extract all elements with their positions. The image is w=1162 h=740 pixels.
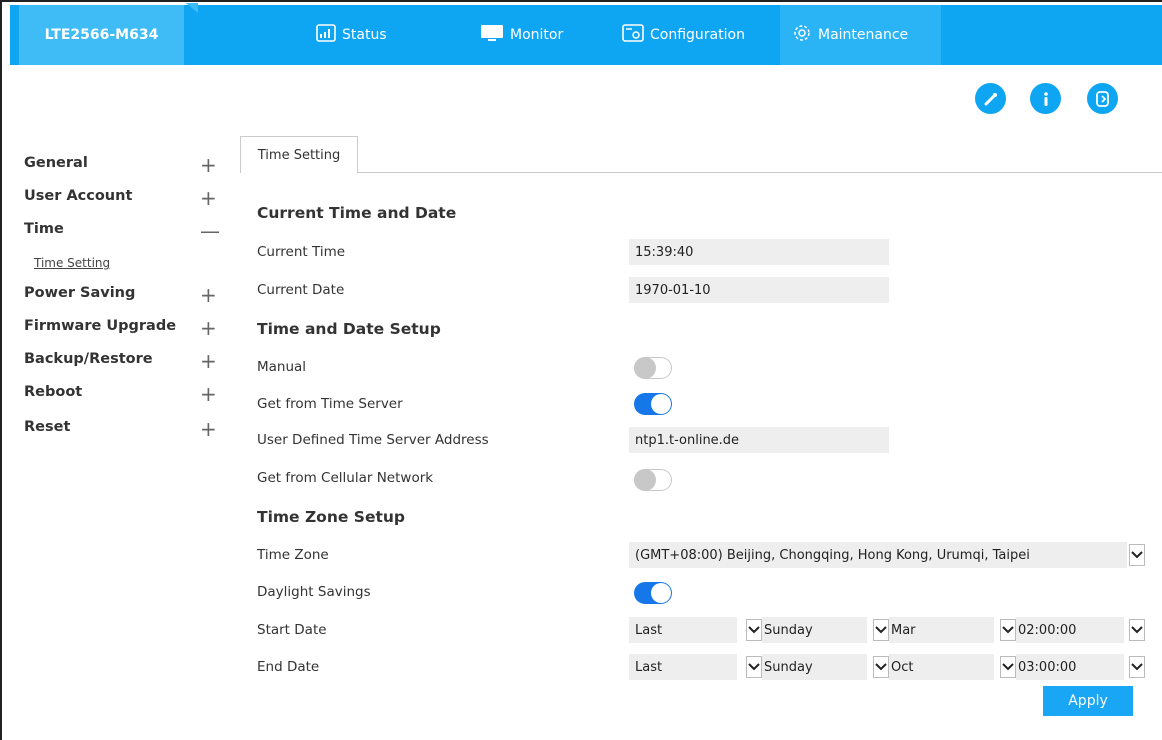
label-end-date: End Date [257,659,320,675]
apply-button[interactable]: Apply [1043,686,1133,716]
end-day-select[interactable]: Sunday [762,654,867,680]
end-week-select[interactable]: Last [629,654,737,680]
sidebar-item-reset[interactable]: Reset + [24,417,220,441]
label-server-address: User Defined Time Server Address [257,432,489,448]
brand-label: LTE2566-M634 [44,27,159,43]
brand-logo: LTE2566-M634 [19,5,184,65]
sidebar-subitem-time-setting[interactable]: Time Setting [34,256,110,270]
tab-status-label: Status [342,27,387,43]
tab-monitor-label: Monitor [510,27,564,43]
sidebar-item-label: Time [24,221,64,237]
brand-notch [186,3,198,13]
daylight-toggle[interactable] [634,582,672,604]
sidebar-item-backup-restore[interactable]: Backup/Restore + [24,349,220,373]
tab-maintenance[interactable]: Maintenance [780,5,941,65]
monitor-icon [480,24,504,46]
info-icon[interactable] [1030,83,1061,114]
tab-monitor[interactable]: Monitor [480,5,563,65]
label-current-date: Current Date [257,282,345,298]
expand-icon[interactable]: + [200,186,217,210]
tab-configuration-label: Configuration [650,27,745,43]
window-left-border [0,0,2,740]
tab-maintenance-label: Maintenance [818,27,909,43]
sidebar-item-label: Backup/Restore [24,351,153,367]
server-address-input[interactable]: ntp1.t-online.de [629,427,889,453]
sidebar-item-label: General [24,155,88,171]
chevron-down-icon[interactable] [873,619,889,641]
chevron-down-icon[interactable] [746,619,762,641]
sidebar-item-general[interactable]: General + [24,153,220,177]
current-date-value: 1970-01-10 [629,277,889,303]
manual-toggle[interactable] [634,357,672,379]
logout-icon[interactable] [1087,83,1118,114]
label-cellular: Get from Cellular Network [257,470,434,486]
sidebar-item-user-account[interactable]: User Account + [24,186,220,210]
chevron-down-icon[interactable] [873,656,889,678]
expand-icon[interactable]: + [200,382,217,406]
end-month-select[interactable]: Oct [889,654,994,680]
current-time-value: 15:39:40 [629,239,889,265]
chevron-down-icon[interactable] [1000,656,1016,678]
chevron-down-icon[interactable] [1129,619,1145,641]
tab-divider [240,172,1162,173]
time-zone-select[interactable]: (GMT+08:00) Beijing, Chongqing, Hong Kon… [629,542,1127,568]
status-chart-icon [316,24,336,46]
section-current-time-date: Current Time and Date [257,204,457,222]
tab-time-setting[interactable]: Time Setting [240,136,358,173]
sidebar-item-label: Power Saving [24,285,136,301]
sidebar-item-time[interactable]: Time — [24,219,220,243]
sidebar-item-reboot[interactable]: Reboot + [24,382,220,406]
expand-icon[interactable]: + [200,316,217,340]
label-start-date: Start Date [257,622,327,638]
section-time-date-setup: Time and Date Setup [257,320,441,338]
expand-icon[interactable]: + [200,153,217,177]
time-server-toggle[interactable] [634,393,672,415]
chevron-down-icon[interactable] [1129,656,1145,678]
sidebar-item-firmware-upgrade[interactable]: Firmware Upgrade + [24,316,220,340]
chevron-down-icon[interactable] [1129,544,1145,566]
configuration-icon [622,24,644,46]
label-daylight: Daylight Savings [257,584,371,600]
collapse-icon[interactable]: — [200,219,220,243]
start-time-select[interactable]: 02:00:00 [1016,617,1124,643]
start-month-select[interactable]: Mar [889,617,994,643]
expand-icon[interactable]: + [200,349,217,373]
sidebar-item-label: User Account [24,188,133,204]
label-time-zone: Time Zone [257,547,329,563]
end-time-select[interactable]: 03:00:00 [1016,654,1124,680]
sidebar-item-power-saving[interactable]: Power Saving + [24,283,220,307]
start-week-select[interactable]: Last [629,617,737,643]
label-time-server: Get from Time Server [257,396,403,412]
expand-icon[interactable]: + [200,417,217,441]
start-day-select[interactable]: Sunday [762,617,867,643]
wizard-icon[interactable] [975,83,1006,114]
section-time-zone-setup: Time Zone Setup [257,508,405,526]
gear-icon [792,23,812,47]
chevron-down-icon[interactable] [746,656,762,678]
window-top-border [0,0,1162,2]
expand-icon[interactable]: + [200,283,217,307]
sidebar-item-label: Reset [24,419,71,435]
label-current-time: Current Time [257,244,346,260]
tab-configuration[interactable]: Configuration [622,5,745,65]
tab-status[interactable]: Status [316,5,387,65]
chevron-down-icon[interactable] [1000,619,1016,641]
label-manual: Manual [257,359,307,375]
sidebar-item-label: Firmware Upgrade [24,318,177,334]
cellular-toggle[interactable] [634,469,672,491]
sidebar-item-label: Reboot [24,384,83,400]
